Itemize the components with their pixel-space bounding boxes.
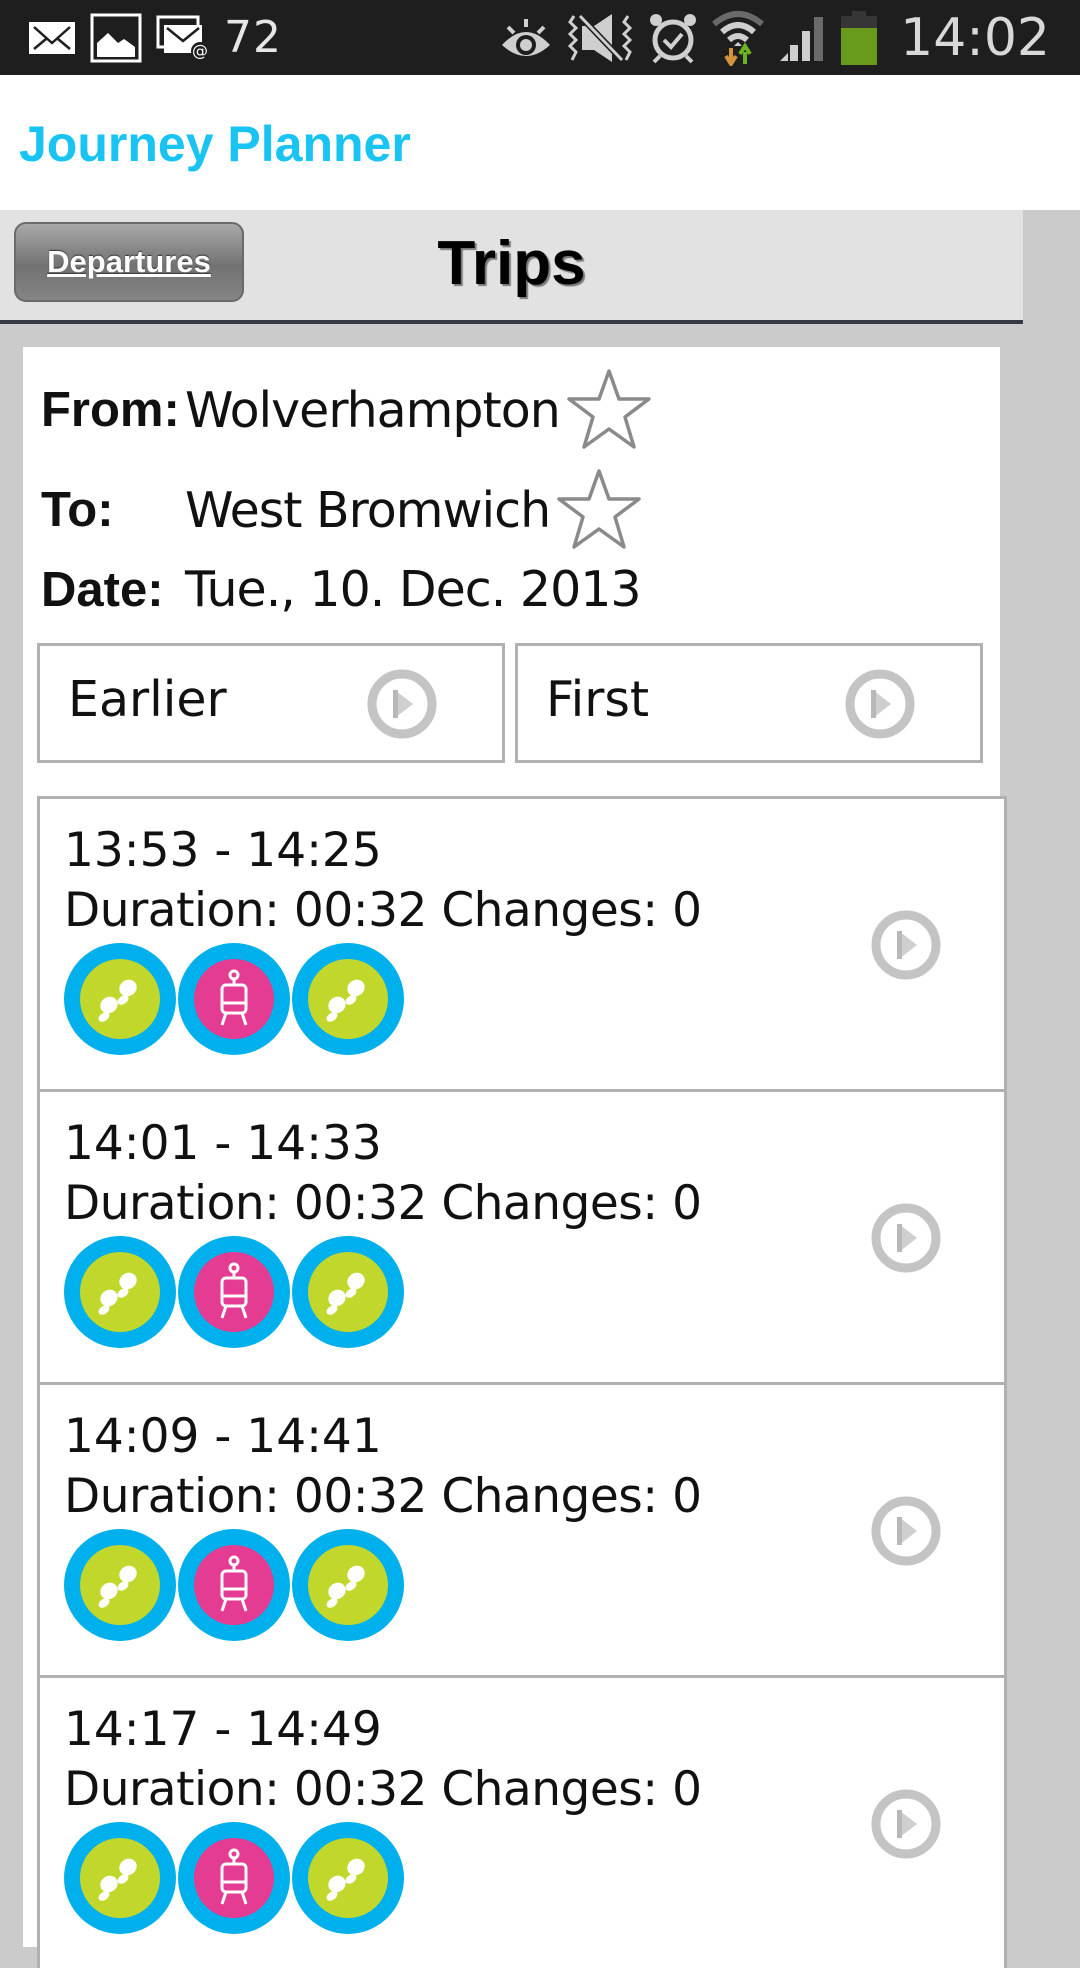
alarm-icon: [650, 13, 697, 63]
email-multi-icon: @: [156, 15, 209, 60]
favorite-to-star-icon[interactable]: [556, 467, 642, 553]
trip-modes: [64, 1822, 404, 1934]
trip-times: 13:53 - 14:25: [64, 823, 382, 878]
first-button[interactable]: First: [515, 643, 983, 763]
trip-modes: [64, 1236, 404, 1348]
status-bar: @ 72 14:02: [0, 0, 1080, 75]
walk-mode-icon: [64, 1236, 176, 1348]
duration-label: Duration:: [64, 1469, 280, 1524]
from-row: From: Wolverhampton: [41, 367, 652, 453]
tram-mode-icon: [178, 1236, 290, 1348]
duration-label: Duration:: [64, 1176, 280, 1231]
trip-times: 14:17 - 14:49: [64, 1702, 382, 1757]
trip-row[interactable]: 14:01 - 14:33 Duration: 00:32 Changes: 0: [37, 1089, 1007, 1382]
trip-row[interactable]: 14:09 - 14:41 Duration: 00:32 Changes: 0: [37, 1382, 1007, 1675]
departures-button-label: Departures: [47, 244, 211, 279]
toolbar: Trips Departures: [0, 210, 1023, 324]
first-button-label: First: [546, 671, 650, 728]
date-row: Date: Tue., 10. Dec. 2013: [41, 561, 642, 618]
trip-modes: [64, 1529, 404, 1641]
duration-label: Duration:: [64, 1762, 280, 1817]
walk-mode-icon: [292, 1822, 404, 1934]
email-icon: [29, 21, 75, 54]
play-circle-icon[interactable]: [870, 1788, 942, 1860]
to-label: To:: [41, 483, 114, 537]
trip-row[interactable]: 13:53 - 14:25 Duration: 00:32 Changes: 0: [37, 796, 1007, 1089]
duration-label: Duration:: [64, 883, 280, 938]
app-title: Journey Planner: [19, 116, 411, 172]
to-value: West Bromwich: [185, 481, 551, 539]
changes-label: Changes:: [441, 883, 658, 938]
trips-card: From: Wolverhampton To: West Bromwich Da…: [23, 347, 1007, 1968]
changes-value: 0: [672, 883, 702, 938]
walk-mode-icon: [64, 943, 176, 1055]
walk-mode-icon: [64, 1822, 176, 1934]
signal-icon: [780, 16, 824, 61]
trip-row[interactable]: 14:17 - 14:49 Duration: 00:32 Changes: 0: [37, 1675, 1007, 1968]
svg-text:@: @: [192, 41, 208, 60]
play-circle-icon[interactable]: [870, 1495, 942, 1567]
play-circle-icon[interactable]: [870, 1202, 942, 1274]
from-value: Wolverhampton: [185, 381, 561, 439]
duration-value: 00:32: [293, 1469, 427, 1524]
gallery-icon: [90, 13, 142, 62]
duration-value: 00:32: [293, 1762, 427, 1817]
changes-value: 0: [672, 1762, 702, 1817]
play-circle-icon: [367, 669, 437, 739]
tram-mode-icon: [178, 943, 290, 1055]
favorite-from-star-icon[interactable]: [566, 367, 652, 453]
walk-mode-icon: [292, 1236, 404, 1348]
departures-back-button[interactable]: Departures: [14, 222, 244, 302]
trip-times: 14:01 - 14:33: [64, 1116, 382, 1171]
trip-details: Duration: 00:32 Changes: 0: [64, 1762, 702, 1817]
changes-value: 0: [672, 1176, 702, 1231]
wifi-icon: [712, 10, 765, 66]
battery-icon: [841, 10, 878, 65]
trip-modes: [64, 943, 404, 1055]
walk-mode-icon: [292, 1529, 404, 1641]
duration-value: 00:32: [293, 883, 427, 938]
walk-mode-icon: [292, 943, 404, 1055]
smart-stay-eye-icon: [502, 18, 551, 56]
app-header: Journey Planner: [0, 75, 1080, 210]
date-label: Date:: [41, 562, 164, 617]
date-value: Tue., 10. Dec. 2013: [185, 561, 642, 618]
changes-label: Changes:: [441, 1176, 658, 1231]
tram-mode-icon: [178, 1529, 290, 1641]
play-circle-icon[interactable]: [870, 909, 942, 981]
duration-value: 00:32: [293, 1176, 427, 1231]
trip-times: 14:09 - 14:41: [64, 1409, 382, 1464]
play-circle-icon: [845, 669, 915, 739]
changes-value: 0: [672, 1469, 702, 1524]
trip-details: Duration: 00:32 Changes: 0: [64, 1469, 702, 1524]
from-label: From:: [41, 383, 180, 437]
changes-label: Changes:: [441, 1762, 658, 1817]
tram-mode-icon: [178, 1822, 290, 1934]
clock: 14:02: [900, 7, 1050, 68]
trip-details: Duration: 00:32 Changes: 0: [64, 1176, 702, 1231]
walk-mode-icon: [64, 1529, 176, 1641]
to-row: To: West Bromwich: [41, 467, 642, 553]
trip-list: 13:53 - 14:25 Duration: 00:32 Changes: 0…: [37, 796, 1007, 1968]
earlier-button-label: Earlier: [68, 671, 227, 728]
mute-vibrate-icon: [568, 13, 633, 62]
earlier-button[interactable]: Earlier: [37, 643, 505, 763]
notification-count: 72: [224, 12, 282, 63]
trip-details: Duration: 00:32 Changes: 0: [64, 883, 702, 938]
changes-label: Changes:: [441, 1469, 658, 1524]
